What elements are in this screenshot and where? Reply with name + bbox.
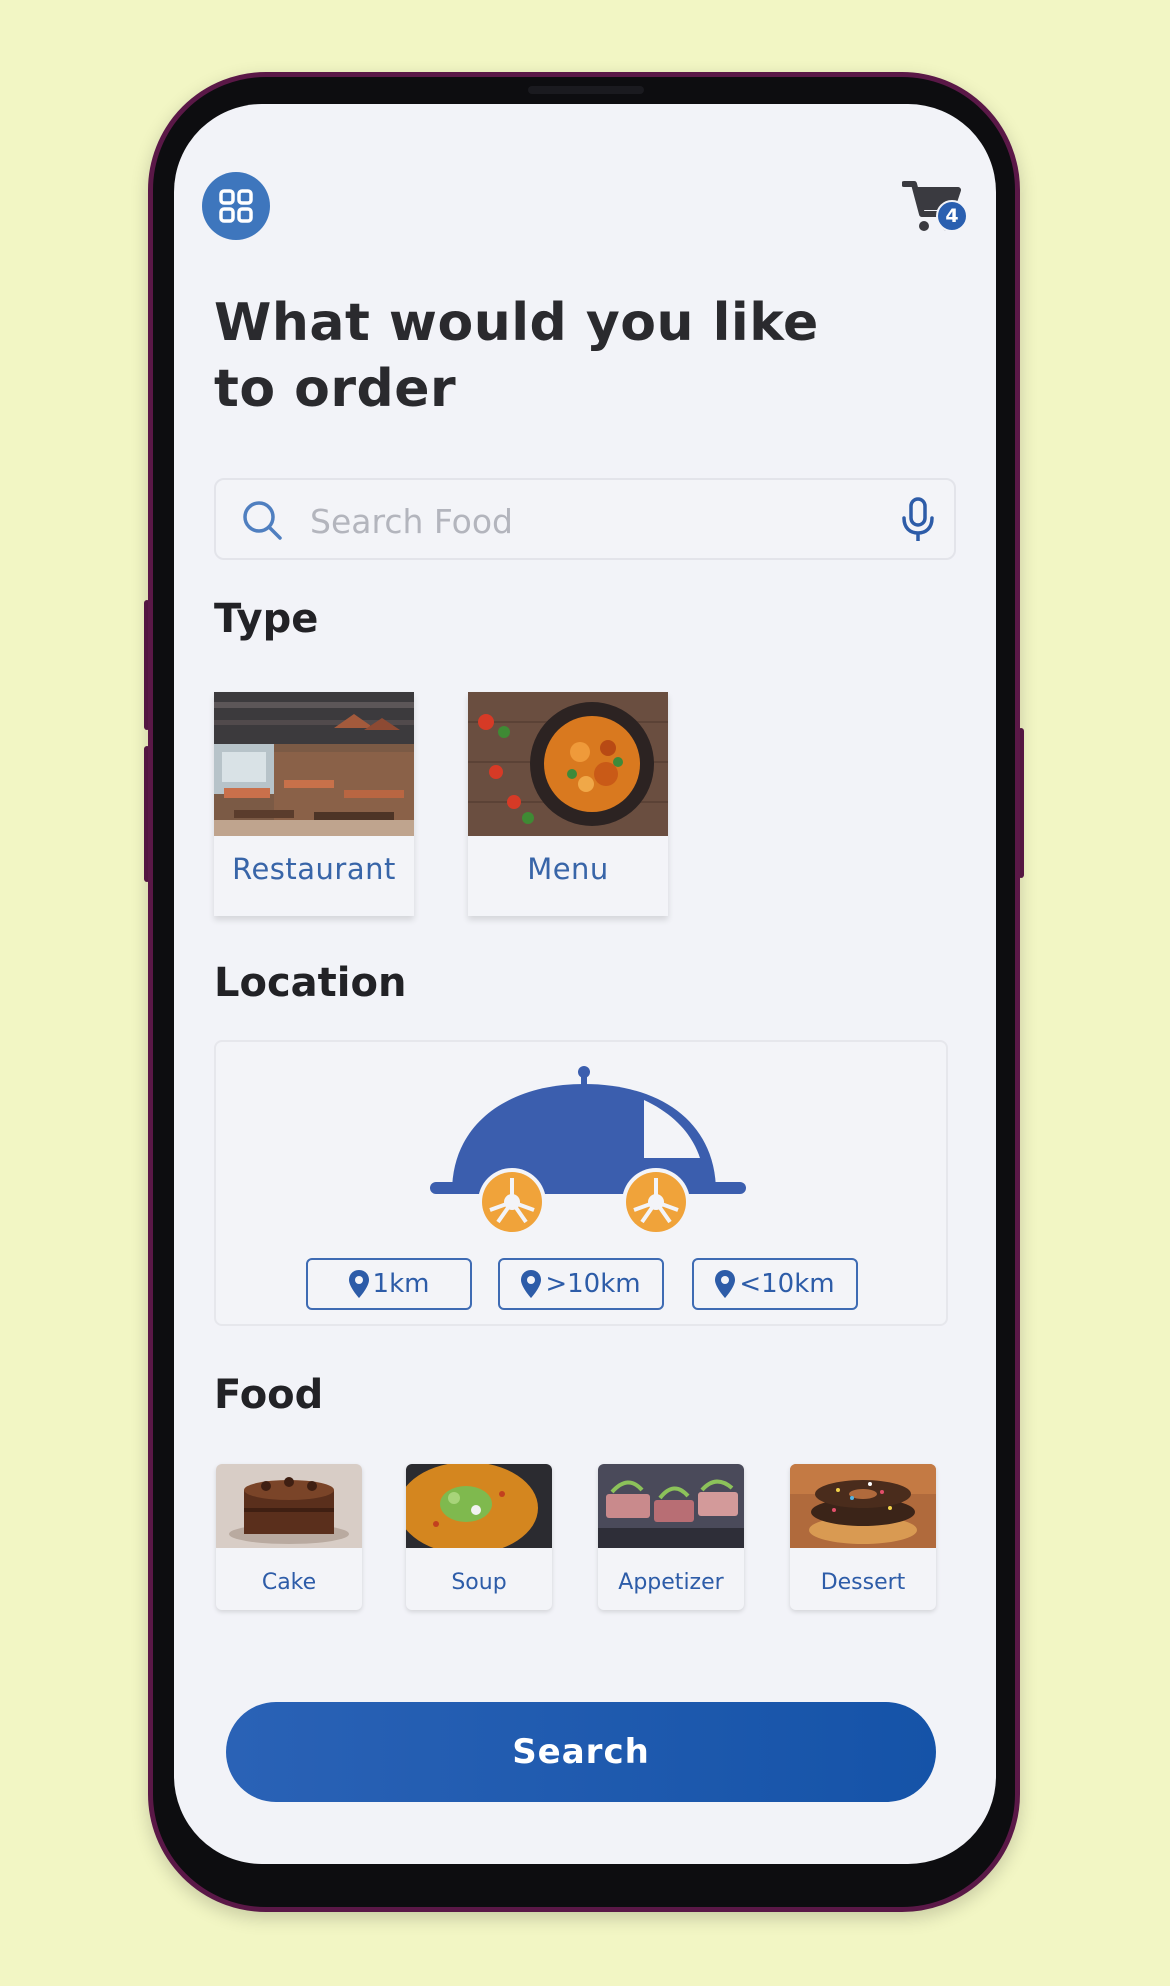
food-card-cake[interactable]: Cake bbox=[216, 1464, 362, 1610]
food-heading: Food bbox=[214, 1372, 324, 1418]
food-label-soup: Soup bbox=[451, 1570, 507, 1595]
menu-button[interactable] bbox=[202, 172, 270, 240]
microphone-icon[interactable] bbox=[898, 496, 938, 544]
distance-chip-over-10km[interactable]: >10km bbox=[498, 1258, 664, 1310]
search-icon bbox=[243, 501, 282, 540]
search-button[interactable]: Search bbox=[226, 1702, 936, 1802]
cart-count-badge: 4 bbox=[936, 200, 968, 232]
appetizer-image bbox=[598, 1464, 744, 1548]
food-label-appetizer: Appetizer bbox=[618, 1570, 724, 1595]
soup-image bbox=[406, 1464, 552, 1554]
type-label-menu: Menu bbox=[527, 852, 609, 886]
speaker-notch bbox=[528, 86, 644, 94]
pasta-image bbox=[468, 692, 668, 836]
page-title-line-1: What would you like bbox=[214, 293, 819, 353]
search-bar bbox=[214, 478, 956, 560]
food-label-dessert: Dessert bbox=[820, 1570, 906, 1595]
cake-image bbox=[216, 1464, 362, 1548]
food-label-cake: Cake bbox=[261, 1570, 317, 1595]
type-label-restaurant: Restaurant bbox=[232, 852, 396, 886]
type-card-menu[interactable]: Menu bbox=[468, 692, 668, 916]
food-card-soup[interactable]: Soup bbox=[406, 1464, 552, 1610]
location-pin-icon bbox=[521, 1270, 542, 1298]
distance-chip-label: 1km bbox=[372, 1269, 430, 1299]
location-panel: 1km >10km <10km bbox=[214, 1040, 948, 1326]
page-title: What would you like to order bbox=[214, 290, 854, 422]
dessert-image bbox=[790, 1464, 936, 1548]
search-input[interactable] bbox=[308, 498, 872, 544]
distance-chip-label: >10km bbox=[545, 1269, 641, 1299]
distance-chip-label: <10km bbox=[739, 1269, 835, 1299]
grid-icon bbox=[219, 189, 253, 223]
type-card-restaurant[interactable]: Restaurant bbox=[214, 692, 414, 916]
food-card-appetizer[interactable]: Appetizer bbox=[598, 1464, 744, 1610]
location-pin-icon bbox=[715, 1270, 736, 1298]
delivery-car-icon bbox=[430, 1066, 746, 1236]
app-screen: 4 What would you like to order Type bbox=[174, 104, 996, 1864]
restaurant-image bbox=[214, 692, 414, 836]
distance-chip-under-10km[interactable]: <10km bbox=[692, 1258, 858, 1310]
location-pin-icon bbox=[348, 1270, 369, 1298]
location-heading: Location bbox=[214, 960, 407, 1006]
type-heading: Type bbox=[214, 596, 319, 642]
page-title-line-2: to order bbox=[214, 359, 457, 419]
food-card-dessert[interactable]: Dessert bbox=[790, 1464, 936, 1610]
distance-chip-1km[interactable]: 1km bbox=[306, 1258, 472, 1310]
